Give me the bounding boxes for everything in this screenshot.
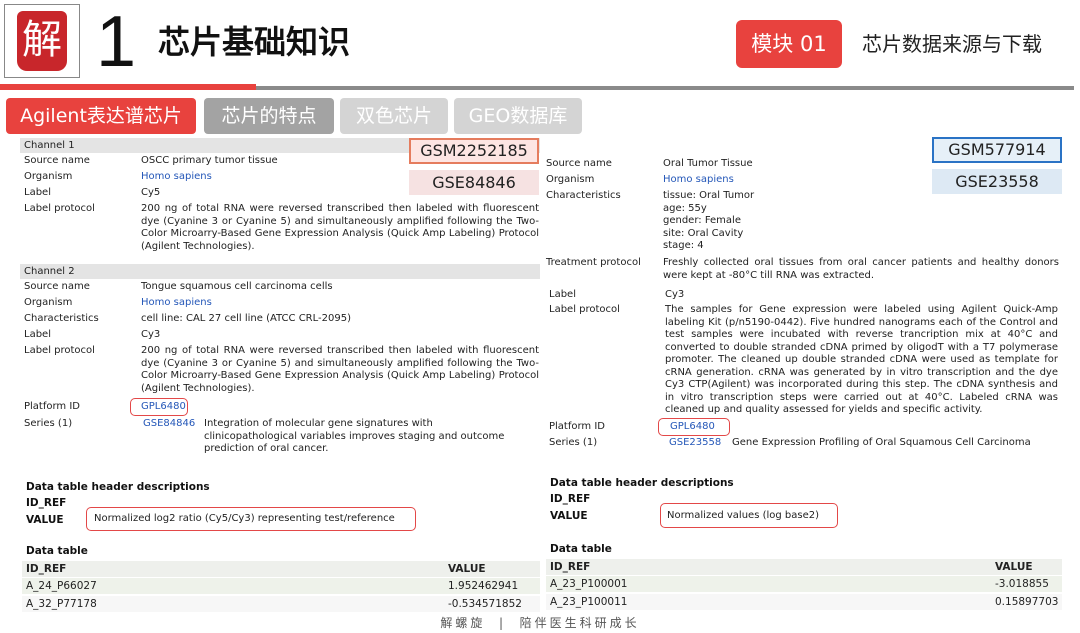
module-title: 芯片数据来源与下载 — [862, 32, 1042, 56]
left-row2-value: -0.534571852 — [448, 598, 522, 610]
ch1-label-value: Cy5 — [141, 187, 161, 198]
section-number: 1 — [96, 2, 137, 82]
r-series-label: Series (1) — [549, 437, 598, 448]
ch2-protocol-value: 200 ng of total RNA were reversed transc… — [141, 345, 539, 394]
left-col-value: VALUE — [448, 563, 486, 575]
r-series-link[interactable]: GSE23558 — [669, 437, 721, 450]
callout-gse-right: GSE23558 — [932, 169, 1062, 194]
ch1-organism-label: Organism — [24, 171, 73, 182]
module-badge: 模块 01 — [736, 20, 842, 68]
r-char-2: age: 55y — [663, 202, 707, 214]
r-value-label: VALUE — [550, 510, 588, 522]
r-label-value: Cy3 — [665, 289, 685, 300]
left-table-header: ID_REF VALUE — [22, 561, 540, 577]
ch1-source-value: OSCC primary tumor tissue — [141, 155, 278, 166]
callout-gse-left: GSE84846 — [409, 170, 539, 195]
ch2-source-value: Tongue squamous cell carcinoma cells — [141, 281, 333, 292]
left-col-idref: ID_REF — [26, 563, 67, 575]
tab-two-color[interactable]: 双色芯片 — [340, 98, 448, 134]
r-col-value: VALUE — [995, 561, 1033, 573]
left-value-desc: Normalized log2 ratio (Cy5/Cy3) represen… — [94, 513, 395, 524]
ch2-label-label: Label — [24, 329, 51, 340]
r-value-desc: Normalized values (log base2) — [667, 510, 820, 521]
tab-geo[interactable]: GEO数据库 — [454, 98, 582, 134]
ch1-label-label: Label — [24, 187, 51, 198]
r-series-desc: Gene Expression Profiling of Oral Squamo… — [732, 437, 1031, 448]
channel2-heading: Channel 2 — [24, 266, 75, 277]
ch1-protocol-label: Label protocol — [24, 203, 95, 214]
table-row: A_23_P100001 -3.018855 — [546, 576, 1062, 592]
r-source-value: Oral Tumor Tissue — [663, 158, 753, 169]
r-treatment-value: Freshly collected oral tissues from oral… — [663, 257, 1059, 281]
r-table-heading: Data table — [550, 543, 612, 555]
table-row: A_32_P77178 -0.534571852 — [22, 596, 540, 612]
left-table-heading: Data table — [26, 545, 88, 557]
ch1-protocol-value: 200 ng of total RNA were reversed transc… — [141, 203, 539, 252]
r-row2-id: A_23_P100011 — [550, 596, 628, 608]
ch1-source-label: Source name — [24, 155, 90, 166]
seal-char: 解 — [22, 17, 62, 63]
r-char-5: stage: 4 — [663, 240, 704, 251]
left-series-link[interactable]: GSE84846 — [143, 418, 195, 431]
r-desc-heading: Data table header descriptions — [550, 477, 734, 489]
table-row: A_23_P100011 0.15897703 — [546, 594, 1062, 610]
r-row2-value: 0.15897703 — [995, 596, 1059, 608]
r-protocol-label: Label protocol — [549, 304, 620, 315]
channel1-heading: Channel 1 — [24, 140, 75, 151]
header-divider-accent — [0, 84, 256, 90]
r-treatment-label: Treatment protocol — [546, 257, 641, 268]
left-series-desc: Integration of molecular gene signatures… — [204, 418, 505, 454]
r-row1-id: A_23_P100001 — [550, 578, 628, 590]
r-label-label: Label — [549, 289, 576, 300]
left-value-label: VALUE — [26, 514, 64, 526]
logo: 解 — [4, 4, 80, 78]
tab-features[interactable]: 芯片的特点 — [204, 98, 334, 134]
footer-slogan: 解螺旋 | 陪伴医生科研成长 — [440, 616, 640, 630]
left-platform-link[interactable]: GPL6480 — [141, 401, 186, 414]
tab-agilent[interactable]: Agilent表达谱芯片 — [6, 98, 196, 134]
left-row2-id: A_32_P77178 — [26, 598, 97, 610]
r-char-3: gender: Female — [663, 215, 741, 226]
header-divider — [256, 86, 1074, 90]
r-char-1: tissue: Oral Tumor — [663, 190, 755, 201]
r-organism-label: Organism — [546, 174, 595, 185]
left-platform-label: Platform ID — [24, 401, 81, 412]
left-row1-id: A_24_P66027 — [26, 580, 97, 592]
r-platform-link[interactable]: GPL6480 — [670, 421, 715, 434]
r-characteristics-label: Characteristics — [546, 190, 621, 201]
r-table-header: ID_REF VALUE — [546, 559, 1062, 575]
r-source-label: Source name — [546, 158, 612, 169]
left-series-label: Series (1) — [24, 418, 73, 429]
r-char-4: site: Oral Cavity — [663, 227, 744, 239]
r-protocol-value: The samples for Gene expression were lab… — [665, 304, 1058, 415]
left-row1-value: 1.952462941 — [448, 580, 519, 592]
ch1-organism-link[interactable]: Homo sapiens — [141, 171, 212, 184]
page-title: 芯片基础知识 — [158, 23, 351, 61]
ch2-source-label: Source name — [24, 281, 90, 292]
callout-gsm-left: GSM2252185 — [409, 138, 539, 164]
ch2-protocol-label: Label protocol — [24, 345, 95, 356]
r-row1-value: -3.018855 — [995, 578, 1049, 590]
r-organism-link[interactable]: Homo sapiens — [663, 174, 734, 187]
ch2-label-value: Cy3 — [141, 329, 161, 340]
left-desc-heading: Data table header descriptions — [26, 481, 210, 493]
r-col-idref: ID_REF — [550, 561, 591, 573]
ch2-characteristics-value: cell line: CAL 27 cell line (ATCC CRL-20… — [141, 313, 351, 324]
ch2-organism-label: Organism — [24, 297, 73, 308]
seal-logo-icon: 解 — [17, 11, 67, 71]
r-platform-label: Platform ID — [549, 421, 606, 432]
left-idref-label: ID_REF — [26, 497, 67, 509]
ch2-organism-link[interactable]: Homo sapiens — [141, 297, 212, 310]
table-row: A_24_P66027 1.952462941 — [22, 578, 540, 594]
ch2-characteristics-label: Characteristics — [24, 313, 99, 324]
r-idref-label: ID_REF — [550, 493, 591, 505]
channel2-band: Channel 2 — [20, 264, 540, 279]
callout-gsm-right: GSM577914 — [932, 137, 1062, 163]
